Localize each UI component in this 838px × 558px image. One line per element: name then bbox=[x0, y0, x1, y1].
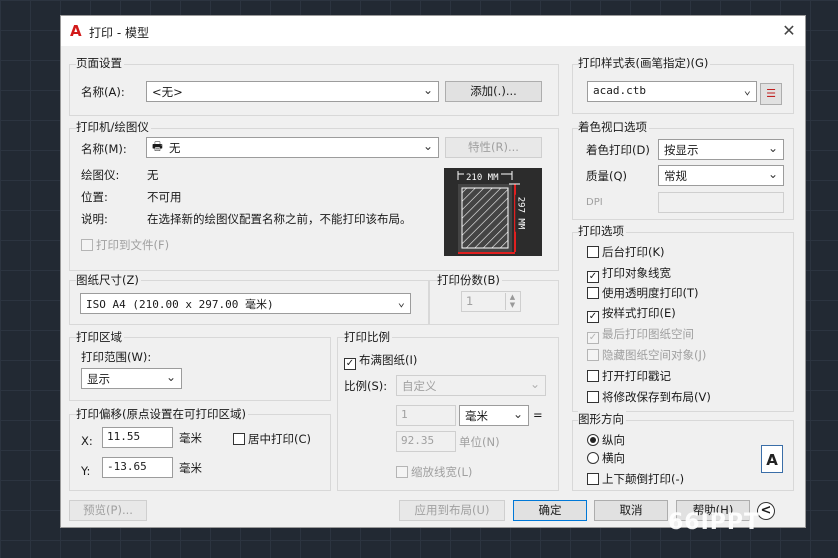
scale-denominator-input[interactable]: 92.35 bbox=[396, 431, 456, 452]
scale-lineweights-checkbox[interactable]: 缩放线宽(L) bbox=[396, 464, 472, 480]
chevron-down-icon: ⌄ bbox=[422, 139, 433, 153]
spinner-icon[interactable]: ▲ ▼ bbox=[505, 293, 519, 310]
copies-input[interactable]: 1 ▲ ▼ bbox=[461, 291, 521, 312]
plotter-location-label: 位置: bbox=[81, 190, 108, 204]
offset-x-label: X: bbox=[81, 434, 93, 448]
hide-paperspace-objects-checkbox[interactable]: 隐藏图纸空间对象(J) bbox=[587, 347, 706, 363]
orientation-label: 图形方向 bbox=[578, 411, 626, 427]
scale-units-label: 单位(N) bbox=[459, 435, 500, 449]
background-plot-checkbox[interactable]: 后台打印(K) bbox=[587, 244, 665, 260]
plot-lineweights-checkbox[interactable]: ✓ 打印对象线宽 bbox=[587, 265, 671, 283]
offset-y-input[interactable]: -13.65 bbox=[102, 457, 173, 478]
dpi-label: DPI bbox=[586, 197, 603, 208]
shade-plot-label: 着色打印(D) bbox=[586, 143, 650, 157]
portrait-page-icon: A bbox=[761, 445, 783, 473]
preview-button[interactable]: 预览(P)... bbox=[69, 500, 147, 521]
chevron-down-icon: ⌄ bbox=[512, 407, 523, 421]
plot-range-select[interactable]: 显示 ⌄ bbox=[81, 368, 182, 389]
print-to-file-checkbox[interactable]: 打印到文件(F) bbox=[81, 237, 169, 253]
plotter-name-label: 名称(M): bbox=[81, 142, 127, 156]
chevron-down-icon: ⌄ bbox=[165, 370, 176, 384]
plot-scale-label: 打印比例 bbox=[344, 329, 392, 345]
plot-paperspace-last-checkbox[interactable]: ✓ 最后打印图纸空间 bbox=[587, 326, 694, 344]
plotter-location-value: 不可用 bbox=[147, 190, 182, 204]
offset-x-unit: 毫米 bbox=[179, 431, 202, 445]
offset-y-unit: 毫米 bbox=[179, 461, 202, 475]
scale-select[interactable]: 自定义 ⌄ bbox=[396, 375, 546, 396]
paper-size-label: 图纸尺寸(Z) bbox=[76, 272, 141, 288]
shade-plot-select[interactable]: 按显示 ⌄ bbox=[658, 139, 784, 160]
close-icon[interactable]: ✕ bbox=[779, 21, 799, 41]
page-setup-name-select[interactable]: <无> ⌄ bbox=[146, 81, 439, 102]
ok-button[interactable]: 确定 bbox=[513, 500, 587, 521]
autocad-logo-icon: A bbox=[70, 22, 82, 40]
printer-icon: 🖶 bbox=[152, 139, 163, 153]
save-changes-to-layout-checkbox[interactable]: 将修改保存到布局(V) bbox=[587, 389, 711, 405]
copies-label: 打印份数(B) bbox=[437, 272, 502, 288]
plotter-description-label: 说明: bbox=[81, 212, 108, 226]
paper-size-select[interactable]: ISO A4 (210.00 x 297.00 毫米) ⌄ bbox=[80, 293, 411, 314]
plot-stamp-checkbox[interactable]: 打开打印戳记 bbox=[587, 368, 671, 384]
plot-range-label: 打印范围(W): bbox=[81, 350, 152, 364]
offset-x-input[interactable]: 11.55 bbox=[102, 427, 173, 448]
chevron-down-icon: ⌄ bbox=[743, 83, 751, 97]
title-bar: A 打印 - 模型 ✕ bbox=[61, 16, 805, 46]
plotter-description-value: 在选择新的绘图仪配置名称之前，不能打印该布局。 bbox=[147, 212, 412, 226]
dpi-input[interactable] bbox=[658, 192, 784, 213]
scale-numerator-input[interactable]: 1 bbox=[396, 405, 456, 426]
plot-offset-group bbox=[69, 414, 331, 491]
cancel-button[interactable]: 取消 bbox=[594, 500, 668, 521]
quality-select[interactable]: 常规 ⌄ bbox=[658, 165, 784, 186]
chevron-down-icon: ⌄ bbox=[767, 167, 778, 181]
plot-with-styles-checkbox[interactable]: ✓ 按样式打印(E) bbox=[587, 305, 676, 323]
plotter-label: 打印机/绘图仪 bbox=[76, 119, 151, 135]
shaded-options-label: 着色视口选项 bbox=[578, 119, 649, 135]
portrait-radio[interactable]: 纵向 bbox=[587, 432, 625, 448]
add-page-setup-button[interactable]: 添加(.)... bbox=[445, 81, 542, 102]
dialog-title: 打印 - 模型 bbox=[89, 26, 149, 40]
scale-equals: = bbox=[533, 408, 543, 422]
edit-list-icon: ☰ bbox=[766, 87, 776, 100]
page-setup-label: 页面设置 bbox=[76, 55, 124, 71]
paper-preview: 210 MM 297 MM bbox=[444, 168, 542, 256]
chevron-down-icon: ⌄ bbox=[397, 295, 405, 309]
apply-to-layout-button[interactable]: 应用到布局(U) bbox=[399, 500, 505, 521]
quality-label: 质量(Q) bbox=[586, 169, 628, 183]
landscape-radio[interactable]: 横向 bbox=[587, 450, 625, 466]
plotter-name-select[interactable]: 🖶 无 ⌄ bbox=[146, 137, 439, 158]
plot-style-label: 打印样式表(画笔指定)(G) bbox=[578, 55, 711, 71]
plot-style-select[interactable]: acad.ctb ⌄ bbox=[587, 81, 757, 102]
preview-height-label: 297 MM bbox=[515, 194, 526, 232]
plot-offset-label: 打印偏移(原点设置在可打印区域) bbox=[76, 406, 248, 422]
plot-options-label: 打印选项 bbox=[578, 223, 626, 239]
scale-unit-select[interactable]: 毫米 ⌄ bbox=[459, 405, 529, 426]
plot-transparency-checkbox[interactable]: 使用透明度打印(T) bbox=[587, 285, 699, 301]
edit-plot-style-button[interactable]: ☰ bbox=[760, 83, 782, 105]
plot-dialog: A 打印 - 模型 ✕ 页面设置 名称(A): <无> ⌄ 添加(.)... 打印… bbox=[60, 15, 806, 528]
plot-area-label: 打印区域 bbox=[76, 329, 124, 345]
chevron-down-icon: ⌄ bbox=[767, 141, 778, 155]
plotter-device-value: 无 bbox=[147, 168, 159, 182]
plotter-device-label: 绘图仪: bbox=[81, 168, 120, 182]
watermark-text: 66IPPT bbox=[668, 510, 761, 535]
center-plot-checkbox[interactable]: 居中打印(C) bbox=[233, 431, 311, 447]
chevron-down-icon: ⌄ bbox=[422, 83, 433, 97]
offset-y-label: Y: bbox=[81, 464, 91, 478]
chevron-down-icon: ⌄ bbox=[529, 377, 540, 391]
page-setup-name-label: 名称(A): bbox=[81, 85, 125, 99]
upside-down-checkbox[interactable]: 上下颠倒打印(-) bbox=[587, 471, 684, 487]
scale-label: 比例(S): bbox=[344, 379, 388, 393]
plotter-properties-button[interactable]: 特性(R)... bbox=[445, 137, 542, 158]
preview-width-label: 210 MM bbox=[464, 173, 501, 183]
fit-to-paper-checkbox[interactable]: ✓ 布满图纸(I) bbox=[344, 352, 417, 370]
